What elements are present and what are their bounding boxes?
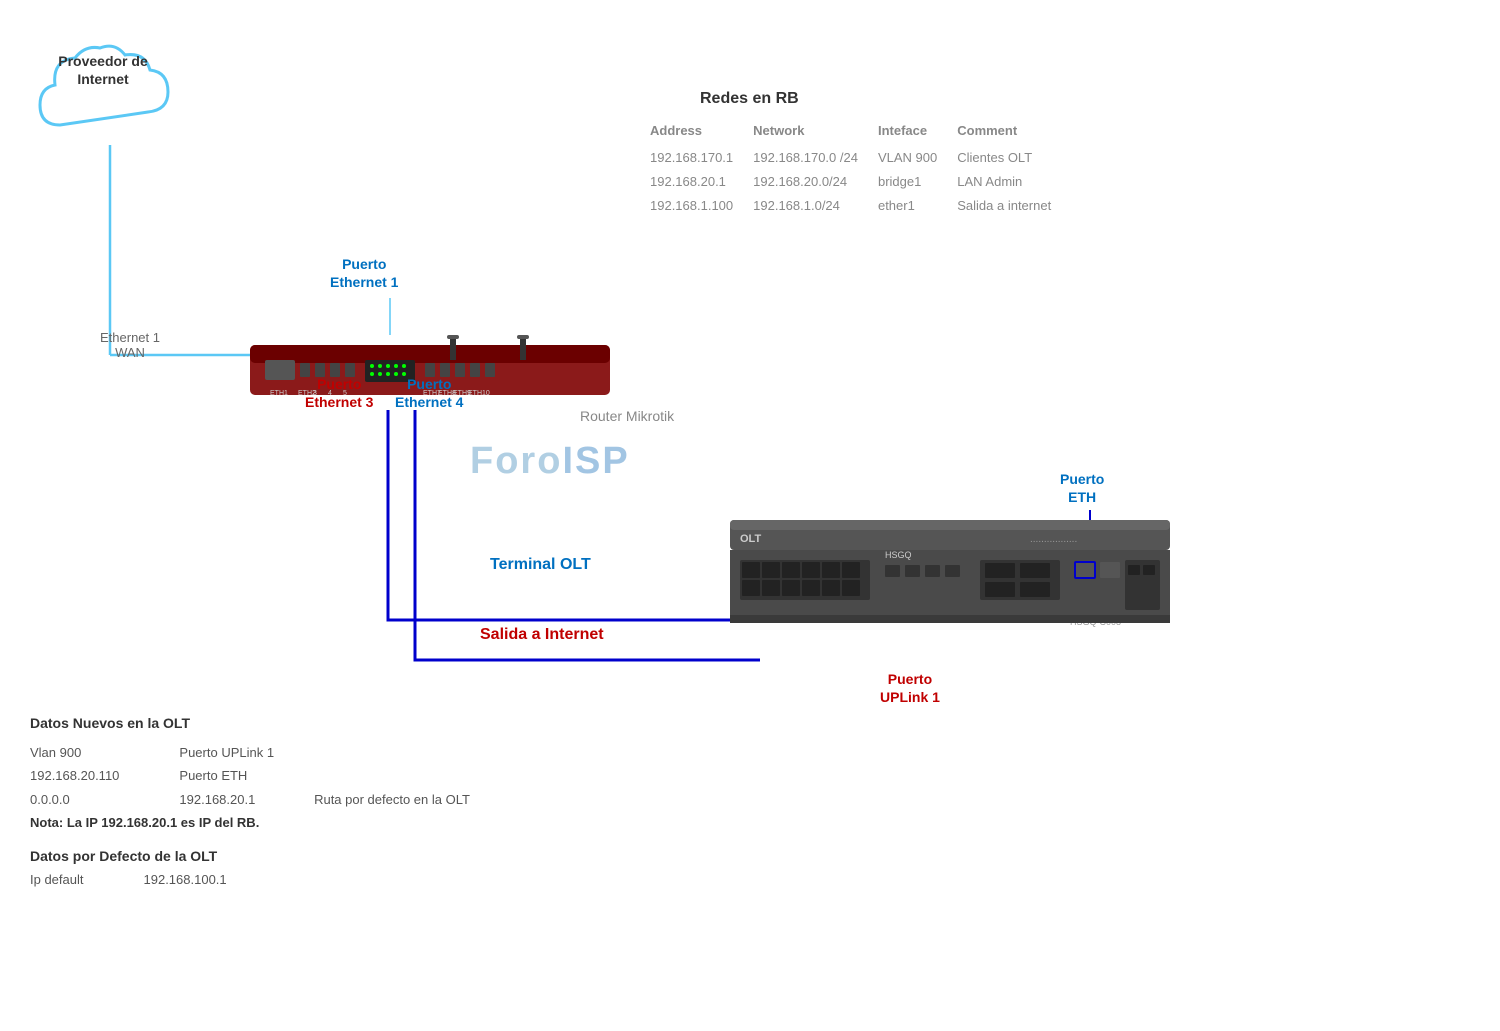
redes-table: Address Network Inteface Comment 192.168…	[650, 120, 1071, 218]
datos-row: Vlan 900 Puerto UPLink 1	[30, 741, 470, 764]
table-row: 192.168.1.100 192.168.1.0/24 ether1 Sali…	[650, 194, 1071, 218]
note-rb-ip: Nota: La IP 192.168.20.1 es IP del RB.	[30, 815, 470, 830]
section1-title: Datos Nuevos en la OLT	[30, 715, 470, 731]
vlan-label: Vlan 900	[30, 741, 179, 764]
router-mikrotik-label: Router Mikrotik	[580, 408, 674, 424]
puerto-eth1-label: PuertoEthernet 1	[330, 255, 398, 291]
comment1: Clientes OLT	[957, 146, 1071, 170]
puerto-uplink1-label: PuertoUPLink 1	[880, 670, 940, 706]
net2: 192.168.20.0/24	[753, 170, 878, 194]
iface3: ether1	[878, 194, 957, 218]
addr3: 192.168.1.100	[650, 194, 753, 218]
svg-text:ETH1: ETH1	[270, 390, 288, 397]
salida-internet-label: Salida a Internet	[480, 625, 604, 646]
puerto-eth4-label: PuertoEthernet 4	[395, 375, 463, 411]
gw-desc-label: Ruta por defecto en la OLT	[314, 788, 470, 811]
terminal-olt-label: Terminal OLT	[490, 555, 591, 576]
watermark-foro: Foro	[470, 440, 562, 482]
col-address: Address	[650, 120, 753, 146]
iface1: VLAN 900	[878, 146, 957, 170]
puerto-eth-olt-label: PuertoETH	[1060, 470, 1104, 506]
ip-default-label: Ip default	[30, 872, 144, 887]
uplink-label: Puerto UPLink 1	[179, 741, 314, 764]
section2-container: Datos por Defecto de la OLT Ip default 1…	[30, 848, 470, 887]
gw-ip-label: 192.168.20.1	[179, 788, 314, 811]
bottom-info-section: Datos Nuevos en la OLT Vlan 900 Puerto U…	[30, 715, 470, 887]
comment3: Salida a internet	[957, 194, 1071, 218]
cloud-label: Proveedor de Internet	[38, 52, 168, 88]
foroisp-watermark: ForoISP	[470, 440, 630, 483]
svg-text:.................: .................	[1030, 534, 1077, 545]
cloud-label-line1: Proveedor de	[58, 53, 147, 69]
datos-nuevos-table: Vlan 900 Puerto UPLink 1 192.168.20.110 …	[30, 741, 470, 811]
addr2: 192.168.20.1	[650, 170, 753, 194]
comment2: LAN Admin	[957, 170, 1071, 194]
eth-wan-text: Ethernet 1 WAN	[100, 330, 160, 360]
section2-title: Datos por Defecto de la OLT	[30, 848, 470, 864]
redes-title: Redes en RB	[700, 90, 799, 108]
diagram-container: Proveedor de Internet Ethernet 1 WAN Red…	[0, 0, 1500, 1031]
cloud-label-line2: Internet	[77, 71, 128, 87]
addr1: 192.168.170.1	[650, 146, 753, 170]
col-interface: Inteface	[878, 120, 957, 146]
iface2: bridge1	[878, 170, 957, 194]
svg-text:HSGQ: HSGQ	[885, 550, 912, 560]
ip-olt-label: 192.168.20.110	[30, 764, 179, 787]
ip-default-value: 192.168.100.1	[144, 872, 227, 887]
svg-text:OLT: OLT	[740, 533, 761, 545]
datos-defecto-table: Ip default 192.168.100.1	[30, 872, 470, 887]
net3: 192.168.1.0/24	[753, 194, 878, 218]
net1: 192.168.170.0 /24	[753, 146, 878, 170]
col-network: Network	[753, 120, 878, 146]
watermark-isp: ISP	[562, 440, 629, 482]
table-row: 192.168.20.1 192.168.20.0/24 bridge1 LAN…	[650, 170, 1071, 194]
puerto-eth-label: Puerto ETH	[179, 764, 314, 787]
puerto-eth3-label: PuertoEthernet 3	[305, 375, 373, 411]
olt-device: OLT ................. HSGQ	[730, 520, 1180, 640]
datos-row: 0.0.0.0 192.168.20.1 Ruta por defecto en…	[30, 788, 470, 811]
table-row: 192.168.170.1 192.168.170.0 /24 VLAN 900…	[650, 146, 1071, 170]
svg-text:ETH10: ETH10	[468, 390, 490, 397]
eth-wan-label: Ethernet 1 WAN	[100, 330, 160, 360]
col-comment: Comment	[957, 120, 1071, 146]
datos-row: 192.168.20.110 Puerto ETH	[30, 764, 470, 787]
datos-row: Ip default 192.168.100.1	[30, 872, 227, 887]
gw-label: 0.0.0.0	[30, 788, 179, 811]
